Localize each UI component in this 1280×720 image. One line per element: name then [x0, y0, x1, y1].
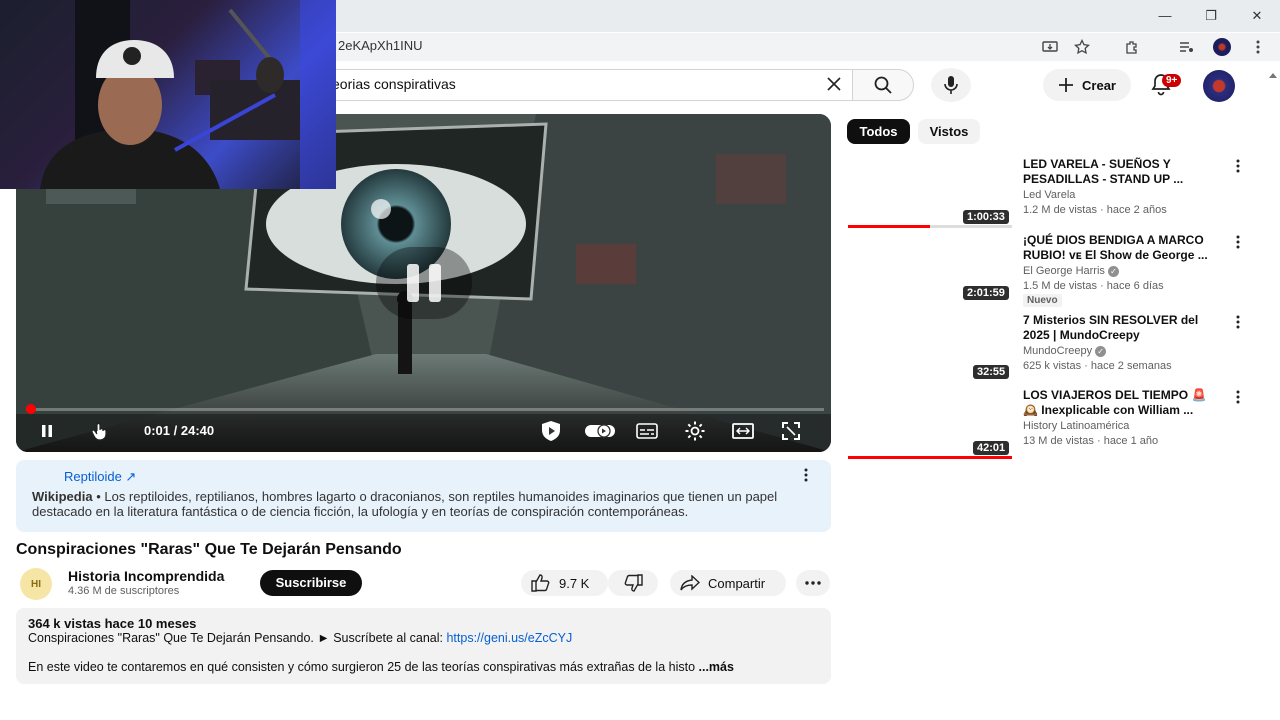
profile-avatar-icon[interactable]	[1212, 37, 1232, 57]
restore-button[interactable]: ❐	[1196, 6, 1226, 26]
create-label: Crear	[1082, 77, 1116, 93]
rec-menu-icon[interactable]	[1236, 390, 1246, 406]
rec-channel-name: MundoCreepy	[1023, 345, 1093, 357]
rec-menu-icon[interactable]	[1236, 235, 1246, 251]
rec-channel[interactable]: History Latinoamérica	[1023, 420, 1129, 432]
description-text: Conspiraciones "Raras" Que Te Dejarán Pe…	[28, 631, 447, 645]
search-button[interactable]	[852, 69, 914, 101]
theater-mode-icon	[732, 423, 754, 439]
description-more[interactable]: ...más	[699, 660, 734, 674]
thumbs-down-icon	[624, 574, 643, 592]
like-count: 9.7 K	[559, 575, 590, 591]
search-query[interactable]: eorias conspirativas	[332, 76, 456, 92]
voice-search-button[interactable]	[931, 68, 971, 102]
rec-duration: 32:55	[973, 365, 1010, 379]
extensions-icon[interactable]	[1122, 37, 1142, 57]
thumbs-up-icon	[531, 574, 550, 592]
rec-stats: 1.5 M de vistas · hace 6 días	[1023, 280, 1164, 292]
rec-title[interactable]: LOS VIAJEROS DEL TIEMPO 🚨 🕰️ Inexplicabl…	[1023, 388, 1223, 418]
rec-channel[interactable]: El George Harris ✓	[1023, 265, 1119, 277]
rec-watched-progress	[848, 456, 1012, 459]
time-display: 0:01 / 24:40	[144, 423, 215, 438]
rec-title[interactable]: LED VARELA - SUEÑOS Y PESADILLAS - STAND…	[1023, 157, 1223, 187]
description-link[interactable]: https://geni.us/eZcCYJ	[446, 631, 572, 645]
more-horizontal-icon	[805, 581, 821, 585]
rec-watched-progress	[848, 225, 930, 228]
fullscreen-icon	[782, 422, 800, 440]
rec-title[interactable]: ¡QUÉ DIOS BENDIGA A MARCO RUBIO! ᴠᴇ El S…	[1023, 233, 1223, 263]
channel-name[interactable]: Historia Incomprendida	[68, 568, 224, 584]
pause-button[interactable]	[33, 417, 61, 445]
subscribe-button[interactable]: Suscribirse	[260, 570, 362, 596]
rec-menu-icon[interactable]	[1236, 315, 1246, 331]
microphone-icon	[944, 76, 958, 94]
rec-duration: 1:00:33	[963, 210, 1009, 224]
description-meta: 364 k vistas hace 10 meses	[28, 616, 197, 631]
theater-mode-button[interactable]	[729, 417, 757, 445]
like-button[interactable]: 9.7 K	[521, 570, 608, 596]
webcam-overlay	[0, 0, 336, 189]
rec-channel[interactable]: Led Varela	[1023, 189, 1075, 201]
share-button[interactable]: Compartir	[670, 570, 786, 596]
more-actions-button[interactable]	[796, 570, 830, 596]
miniplayer-badge-button[interactable]	[537, 417, 565, 445]
dislike-button[interactable]	[608, 570, 658, 596]
volume-button[interactable]	[86, 416, 114, 444]
rec-stats: 1.2 M de vistas · hace 2 años	[1023, 204, 1167, 216]
video-title: Conspiraciones "Raras" Que Te Dejarán Pe…	[16, 541, 402, 558]
verified-check-icon: ✓	[1095, 346, 1107, 357]
rec-menu-icon[interactable]	[1236, 159, 1246, 175]
user-avatar[interactable]	[1203, 70, 1235, 102]
browser-menu-icon[interactable]	[1248, 37, 1268, 57]
verified-check-icon: ✓	[1107, 266, 1119, 277]
new-badge: Nuevo	[1023, 294, 1062, 307]
settings-button[interactable]	[681, 417, 709, 445]
install-app-icon[interactable]	[1040, 37, 1060, 57]
subtitles-button[interactable]	[633, 417, 661, 445]
shield-play-icon	[542, 421, 560, 441]
rec-duration: 42:01	[973, 441, 1010, 455]
plus-icon	[1059, 78, 1074, 92]
autoplay-toggle-icon	[585, 424, 615, 438]
share-label: Compartir	[708, 575, 766, 591]
description-line-1: Conspiraciones "Raras" Que Te Dejarán Pe…	[28, 631, 572, 645]
fullscreen-button[interactable]	[777, 417, 805, 445]
rec-channel-name: El George Harris	[1023, 265, 1105, 277]
url-text[interactable]: 2eKApXh1INU	[338, 38, 423, 53]
hand-cursor-icon	[91, 422, 107, 441]
center-pause-indicator	[376, 247, 472, 319]
notifications-badge: 9+	[1162, 74, 1182, 87]
channel-subscribers: 4.36 M de suscriptores	[68, 585, 180, 597]
rec-duration: 2:01:59	[963, 286, 1009, 300]
channel-avatar[interactable]: HI	[20, 568, 52, 600]
minimize-button[interactable]: —	[1150, 6, 1180, 26]
rec-title[interactable]: 7 Misterios SIN RESOLVER del 2025 | Mund…	[1023, 313, 1223, 343]
rec-stats: 625 k vistas · hace 2 semanas	[1023, 360, 1172, 372]
autoplay-toggle[interactable]	[584, 417, 616, 445]
create-button[interactable]: Crear	[1043, 69, 1131, 101]
subtitles-icon	[636, 423, 658, 439]
rec-stats: 13 M de vistas · hace 1 año	[1023, 435, 1159, 447]
info-panel-source: Wikipedia	[32, 489, 93, 504]
description-line-2: En este video te contaremos en qué consi…	[28, 660, 818, 674]
chip-vistos[interactable]: Vistos	[918, 119, 980, 144]
description-text-2: En este video te contaremos en qué consi…	[28, 660, 696, 674]
pause-icon	[42, 425, 52, 437]
info-panel-menu-icon[interactable]	[804, 468, 818, 486]
info-panel-body: Los reptiloides, reptilianos, hombres la…	[32, 489, 778, 519]
scroll-up-arrow-icon[interactable]	[1268, 66, 1278, 78]
gear-icon	[685, 421, 705, 441]
clear-search-icon[interactable]	[822, 74, 846, 96]
search-icon	[874, 76, 892, 94]
bookmark-star-icon[interactable]	[1072, 37, 1092, 57]
close-window-button[interactable]: ✕	[1242, 6, 1272, 26]
chip-todos[interactable]: Todos	[847, 119, 910, 144]
progress-scrubber[interactable]	[26, 404, 36, 414]
progress-bar[interactable]	[26, 408, 824, 411]
rec-channel[interactable]: MundoCreepy ✓	[1023, 345, 1107, 357]
media-control-icon[interactable]	[1176, 37, 1196, 57]
share-arrow-icon	[680, 575, 700, 591]
info-panel-text: Wikipedia • Los reptiloides, reptilianos…	[32, 489, 778, 519]
info-panel-link[interactable]: Reptiloide ↗	[64, 469, 136, 485]
